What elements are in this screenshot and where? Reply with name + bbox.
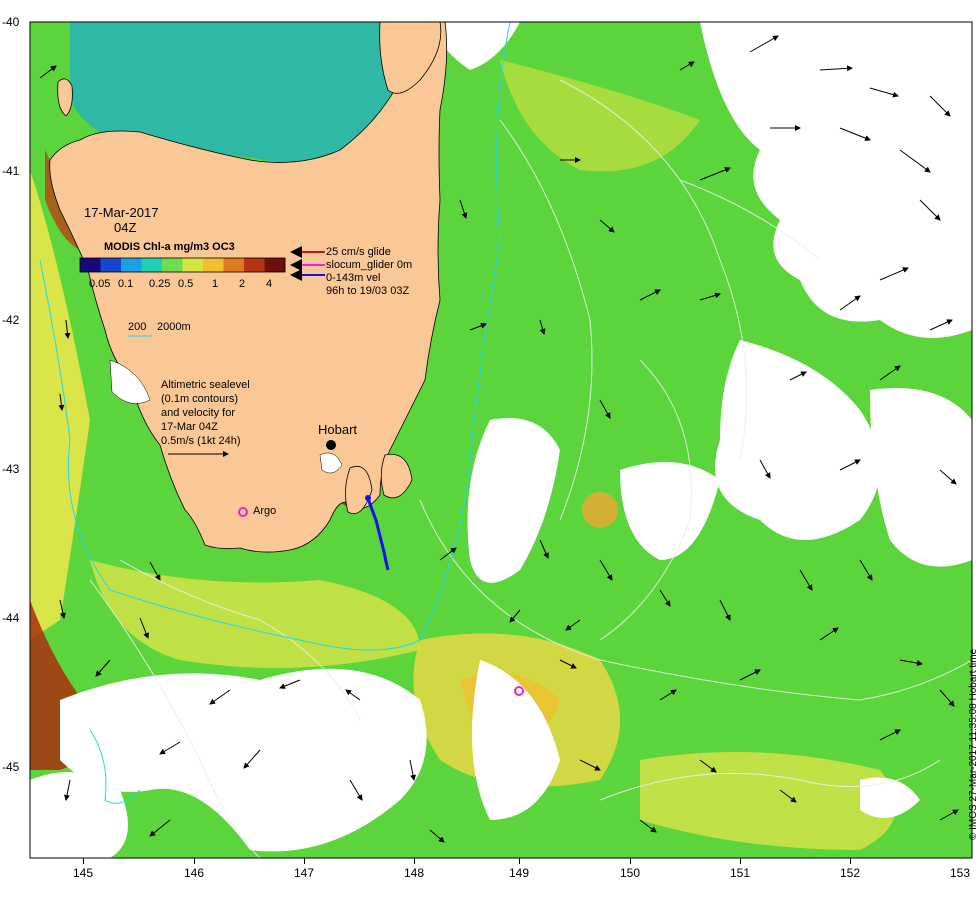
axis-tick	[519, 858, 520, 864]
axis-tick	[850, 858, 851, 864]
credit-text: © IMOS 27-Mar-2017 11:35:08 Hobart time	[968, 648, 979, 840]
legend-line: 0-143m vel	[326, 272, 381, 284]
eddy-orange	[582, 492, 618, 528]
axis-tick	[83, 858, 84, 864]
lon-tick-label: 151	[730, 866, 751, 880]
colorbar-tick: 1	[212, 278, 219, 290]
sealevel-text: 17-Mar 04Z	[161, 421, 218, 433]
lat-tick-label: -40	[2, 15, 20, 29]
colorbar-tick: 2	[239, 278, 246, 290]
sealevel-text: 0.5m/s (1kt 24h)	[161, 435, 241, 447]
colorbar-tick: 0.25	[149, 278, 171, 290]
colorbar-swatch	[264, 258, 286, 272]
map-time: 04Z	[114, 220, 137, 235]
lon-tick-label: 148	[404, 866, 425, 880]
glider-start-dot	[365, 495, 371, 501]
lon-tick-label: 150	[620, 866, 641, 880]
axis-tick	[630, 858, 631, 864]
colorbar-tick: 0.1	[118, 278, 134, 290]
axis-tick	[414, 858, 415, 864]
lon-tick-label: 153	[950, 866, 971, 880]
colorbar-swatch	[203, 258, 224, 272]
legend-line: slocum_glider 0m	[326, 259, 413, 271]
colorbar-swatch	[162, 258, 183, 272]
colorbar-tick: 0.5	[178, 278, 194, 290]
colorbar-swatch	[80, 258, 101, 272]
lat-tick-label: -41	[2, 164, 20, 178]
chlorophyll-map	[29, 21, 973, 859]
contour-legend-shallow: 200	[128, 321, 147, 333]
argo-label: Argo	[253, 505, 277, 517]
sealevel-text: and velocity for	[161, 407, 235, 419]
lat-tick-label: -42	[2, 313, 20, 327]
map-date: 17-Mar-2017	[84, 205, 159, 220]
lon-tick-label: 152	[840, 866, 861, 880]
colorbar-swatch	[100, 258, 122, 272]
colorbar-swatch	[121, 258, 142, 272]
lat-tick-label: -43	[2, 462, 20, 476]
colorbar-tick: 4	[266, 278, 273, 290]
legend-line: 96h to 19/03 03Z	[326, 285, 410, 297]
lon-tick-label: 145	[73, 866, 94, 880]
colorbar-swatch	[244, 258, 265, 272]
lon-tick-label: 149	[509, 866, 530, 880]
colorbar-tick: 0.05	[89, 278, 111, 290]
lon-tick-label: 147	[294, 866, 315, 880]
sealevel-text: (0.1m contours)	[161, 393, 239, 405]
lat-tick-label: -44	[2, 611, 20, 625]
lat-tick-label: -45	[2, 760, 20, 774]
colorbar-swatch	[182, 258, 204, 272]
colorbar-swatch	[141, 258, 163, 272]
axis-tick	[194, 858, 195, 864]
axis-tick	[740, 858, 741, 864]
legend-line: 25 cm/s glide	[326, 246, 391, 258]
axis-tick	[304, 858, 305, 864]
lon-tick-label: 146	[184, 866, 205, 880]
contour-legend-deep: 2000m	[157, 321, 191, 333]
sealevel-text: Altimetric sealevel	[161, 379, 250, 391]
hobart-dot	[326, 440, 336, 450]
colorbar-swatch	[223, 258, 245, 272]
hobart-label: Hobart	[318, 422, 358, 437]
map-figure: 17-Mar-2017 04Z MODIS Chl-a mg/m3 OC3 0.…	[0, 0, 980, 900]
colorbar-title: MODIS Chl-a mg/m3 OC3	[104, 241, 235, 253]
colorbar	[79, 257, 286, 273]
